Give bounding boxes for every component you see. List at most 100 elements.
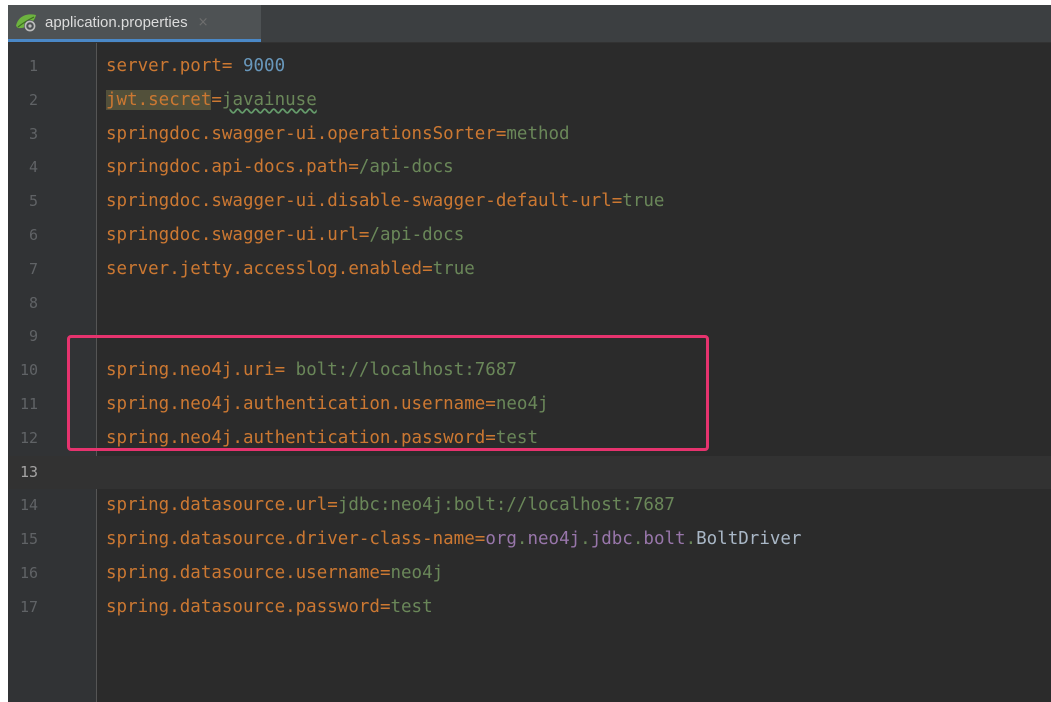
line-number: 7 (28, 259, 38, 278)
property-value: /api-docs (369, 224, 465, 245)
property-separator: = (474, 529, 486, 550)
property-value-part: . (580, 529, 591, 550)
property-value-part: org (485, 529, 517, 550)
property-value: test (495, 427, 538, 448)
line-number: 14 (19, 496, 38, 515)
code-line[interactable]: 14 spring.datasource.url=jdbc:neo4j:bolt:… (8, 489, 1051, 523)
property-value: javainuse (221, 89, 317, 110)
property-key: spring.neo4j.authentication.username (106, 393, 486, 414)
code-text: spring.datasource.password=test (106, 591, 433, 625)
code-line[interactable]: 8 (8, 287, 1051, 321)
property-value: jdbc:neo4j:bolt://localhost:7687 (337, 495, 675, 516)
code-line[interactable]: 3 springdoc.swagger-ui.operationsSorter=m… (8, 118, 1051, 152)
code-line[interactable]: 17 spring.datasource.password=test (8, 591, 1051, 625)
code-line[interactable]: 5 springdoc.swagger-ui.disable-swagger-de… (8, 185, 1051, 219)
property-key: spring.neo4j.authentication.password (106, 427, 486, 448)
property-separator: = (327, 495, 338, 516)
code-line[interactable]: 2 jwt.secret=javainuse (8, 84, 1051, 118)
line-number: 1 (28, 57, 38, 75)
code-text: springdoc.api-docs.path=/api-docs (106, 151, 454, 185)
line-number: 17 (19, 597, 38, 616)
property-separator: = (379, 562, 391, 583)
code-editor[interactable]: 1 server.port= 9000 2 jwt.secret=javainuse 3… (8, 50, 1051, 625)
property-value-part: jdbc (590, 529, 633, 550)
code-line[interactable]: 4 springdoc.api-docs.path=/api-docs (8, 151, 1051, 185)
line-number: 9 (28, 327, 38, 346)
code-line[interactable]: 13 (8, 455, 1051, 490)
code-text: springdoc.swagger-ui.operationsSorter=me… (106, 118, 570, 152)
property-value: bolt://localhost:7687 (295, 360, 517, 381)
line-number: 16 (19, 563, 38, 582)
code-line[interactable]: 9 (8, 320, 1051, 354)
property-separator: = (495, 123, 507, 144)
code-line[interactable]: 6 springdoc.swagger-ui.url=/api-docs (8, 219, 1051, 253)
property-value-part: bolt (643, 529, 686, 550)
editor-window: application.properties × 1 server.port= 9… (8, 5, 1051, 702)
property-key: springdoc.swagger-ui.disable-swagger-def… (106, 191, 612, 212)
property-separator: = (358, 224, 370, 245)
code-line[interactable]: 15 spring.datasource.driver-class-name=or… (8, 523, 1051, 557)
property-key: spring.datasource.password (106, 596, 380, 617)
line-number: 11 (19, 394, 38, 413)
property-key: server.jetty.accesslog.enabled (106, 258, 423, 279)
line-number: 10 (19, 361, 38, 380)
line-number: 6 (28, 225, 38, 244)
property-key: springdoc.api-docs.path (106, 157, 349, 178)
code-text: spring.neo4j.uri= bolt://localhost:7687 (106, 354, 517, 388)
property-value-part: . (516, 529, 528, 550)
property-value: true (622, 191, 665, 212)
property-value-part: neo4j (527, 529, 581, 550)
line-number: 13 (19, 462, 38, 481)
property-separator: = (348, 157, 359, 178)
property-key: spring.datasource.url (106, 495, 328, 516)
property-separator: = (485, 393, 496, 414)
property-key: spring.neo4j.uri (106, 360, 275, 381)
property-value: neo4j (390, 562, 444, 583)
property-separator: = (211, 89, 222, 110)
code-text: springdoc.swagger-ui.url=/api-docs (106, 219, 464, 253)
code-text: server.jetty.accesslog.enabled=true (106, 253, 475, 287)
line-number: 5 (28, 192, 38, 211)
close-icon[interactable]: × (198, 15, 209, 30)
property-separator: = (379, 596, 391, 617)
code-line[interactable]: 12 spring.neo4j.authentication.password=t… (8, 422, 1051, 456)
line-number: 8 (28, 293, 38, 312)
property-value-part: . (632, 529, 644, 550)
editor-tab-bar: application.properties × (8, 5, 1051, 43)
code-line[interactable]: 7 server.jetty.accesslog.enabled=true (8, 253, 1051, 287)
code-text: spring.neo4j.authentication.password=tes… (106, 422, 538, 456)
line-number: 3 (28, 124, 38, 143)
tab-label: application.properties (45, 13, 188, 31)
property-separator: = (485, 427, 496, 448)
property-key: springdoc.swagger-ui.operationsSorter (106, 123, 496, 144)
code-line[interactable]: 1 server.port= 9000 (8, 50, 1051, 84)
property-separator: = (274, 360, 296, 381)
property-value: neo4j (495, 393, 549, 414)
code-line[interactable]: 11 spring.neo4j.authentication.username=n… (8, 388, 1051, 422)
property-value: 9000 (242, 56, 286, 76)
line-number: 4 (28, 158, 38, 177)
property-separator: = (221, 56, 243, 76)
code-line[interactable]: 10 spring.neo4j.uri= bolt://localhost:768… (8, 354, 1051, 388)
code-text: spring.neo4j.authentication.username=neo… (106, 388, 549, 422)
property-value: method (506, 123, 570, 144)
property-value: true (432, 258, 475, 279)
code-line[interactable]: 16 spring.datasource.username=neo4j (8, 557, 1051, 591)
property-key: spring.datasource.driver-class-name (106, 529, 475, 550)
code-text: springdoc.swagger-ui.disable-swagger-def… (106, 185, 664, 219)
line-number: 2 (28, 90, 38, 109)
property-key: server.port (106, 56, 222, 76)
property-separator: = (422, 258, 433, 279)
code-text: spring.datasource.username=neo4j (106, 557, 443, 591)
code-text: jwt.secret=javainuse (106, 84, 317, 118)
property-separator: = (611, 191, 623, 212)
line-number: 12 (19, 428, 38, 447)
property-value-part: BoltDriver (696, 529, 802, 550)
property-key: springdoc.swagger-ui.url (106, 224, 359, 245)
screenshot-frame: application.properties × 1 server.port= 9… (0, 0, 1051, 702)
tab-application-properties[interactable]: application.properties × (8, 5, 261, 42)
property-key: jwt.secret (106, 89, 212, 110)
property-value: test (390, 596, 433, 617)
spring-boot-leaf-icon (14, 11, 40, 33)
code-text: spring.datasource.url=jdbc:neo4j:bolt://… (106, 489, 675, 523)
